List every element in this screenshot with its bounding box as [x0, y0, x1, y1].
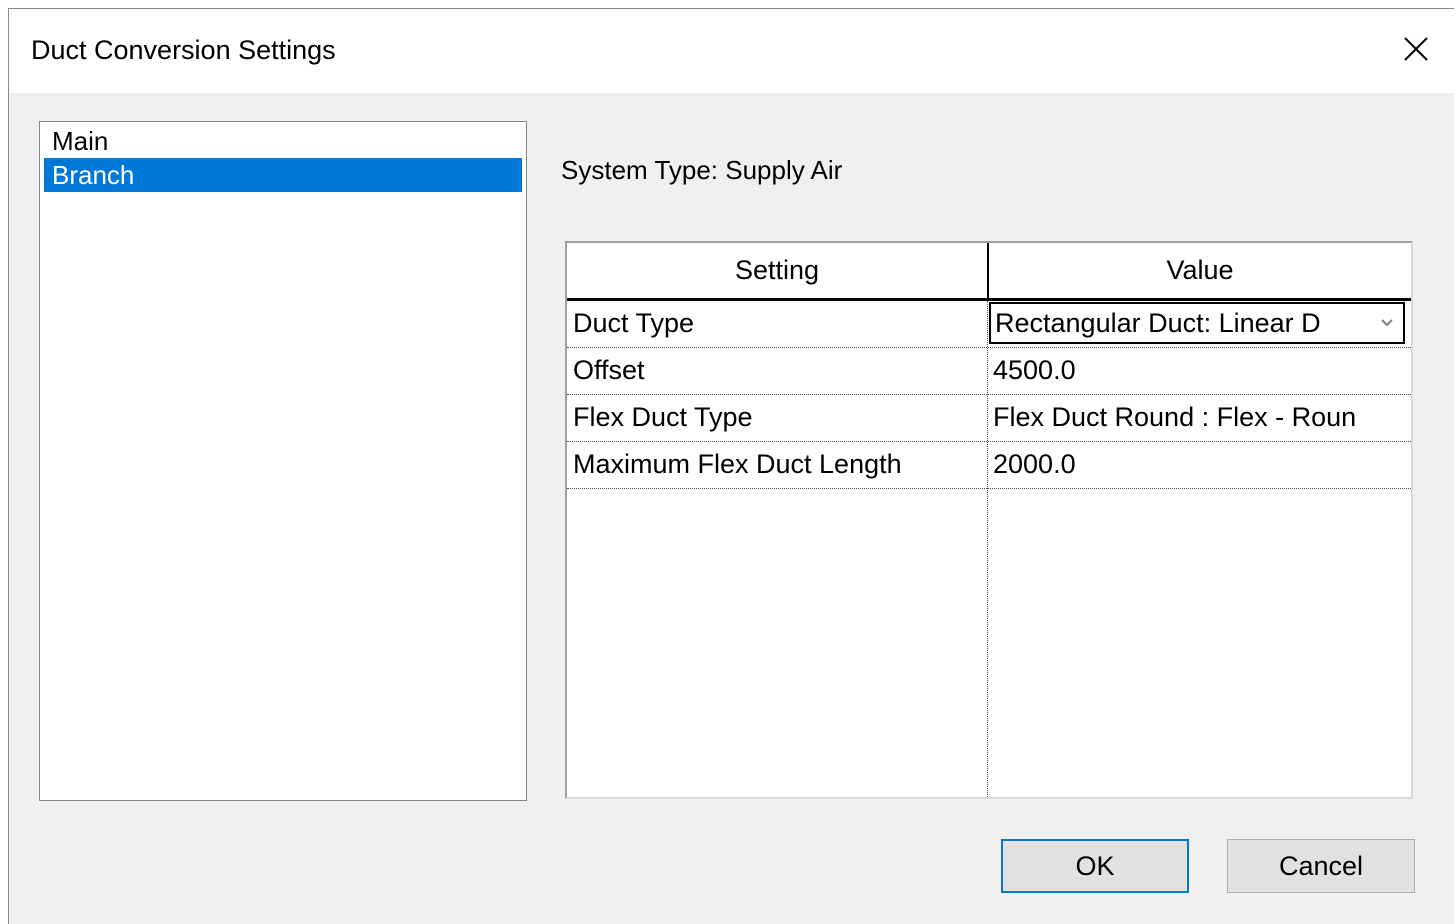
value-cell[interactable]: 4500.0 [988, 348, 1407, 394]
setting-cell[interactable]: Duct Type [567, 301, 988, 347]
duct-type-combobox[interactable]: Rectangular Duct: Linear D [989, 302, 1405, 344]
value-cell[interactable]: 2000.0 [988, 442, 1407, 488]
column-header-value[interactable]: Value [989, 243, 1411, 299]
main-branch-listbox[interactable]: Main Branch [39, 121, 527, 801]
grid-row-max-flex-length[interactable]: Maximum Flex Duct Length 2000.0 [567, 442, 1411, 489]
value-cell[interactable]: Flex Duct Round : Flex - Roun [988, 395, 1407, 441]
duct-conversion-dialog: Duct Conversion Settings Main Branch Sys… [8, 8, 1454, 924]
ok-button[interactable]: OK [1001, 839, 1189, 893]
grid-row-duct-type[interactable]: Duct Type Rectangular Duct: Linear D [567, 301, 1411, 348]
duct-type-value: Rectangular Duct: Linear D [995, 307, 1321, 338]
setting-cell[interactable]: Flex Duct Type [567, 395, 988, 441]
title-bar: Duct Conversion Settings [9, 9, 1454, 93]
setting-cell[interactable]: Maximum Flex Duct Length [567, 442, 988, 488]
cancel-button[interactable]: Cancel [1227, 839, 1415, 893]
column-header-setting[interactable]: Setting [567, 243, 989, 299]
close-icon [1404, 37, 1428, 61]
setting-cell[interactable]: Offset [567, 348, 988, 394]
grid-row-flex-duct-type[interactable]: Flex Duct Type Flex Duct Round : Flex - … [567, 395, 1411, 442]
chevron-down-icon[interactable] [1371, 318, 1403, 328]
grid-header: Setting Value [567, 243, 1411, 301]
list-item-branch[interactable]: Branch [44, 158, 522, 192]
settings-grid: Setting Value Duct Type Rectangular Duct… [565, 241, 1413, 799]
dialog-title: Duct Conversion Settings [31, 35, 336, 65]
grid-body: Duct Type Rectangular Duct: Linear D Off… [567, 301, 1411, 797]
system-type-label: System Type: Supply Air [561, 155, 843, 185]
close-button[interactable] [1394, 27, 1438, 71]
list-item-main[interactable]: Main [44, 124, 522, 158]
grid-row-offset[interactable]: Offset 4500.0 [567, 348, 1411, 395]
